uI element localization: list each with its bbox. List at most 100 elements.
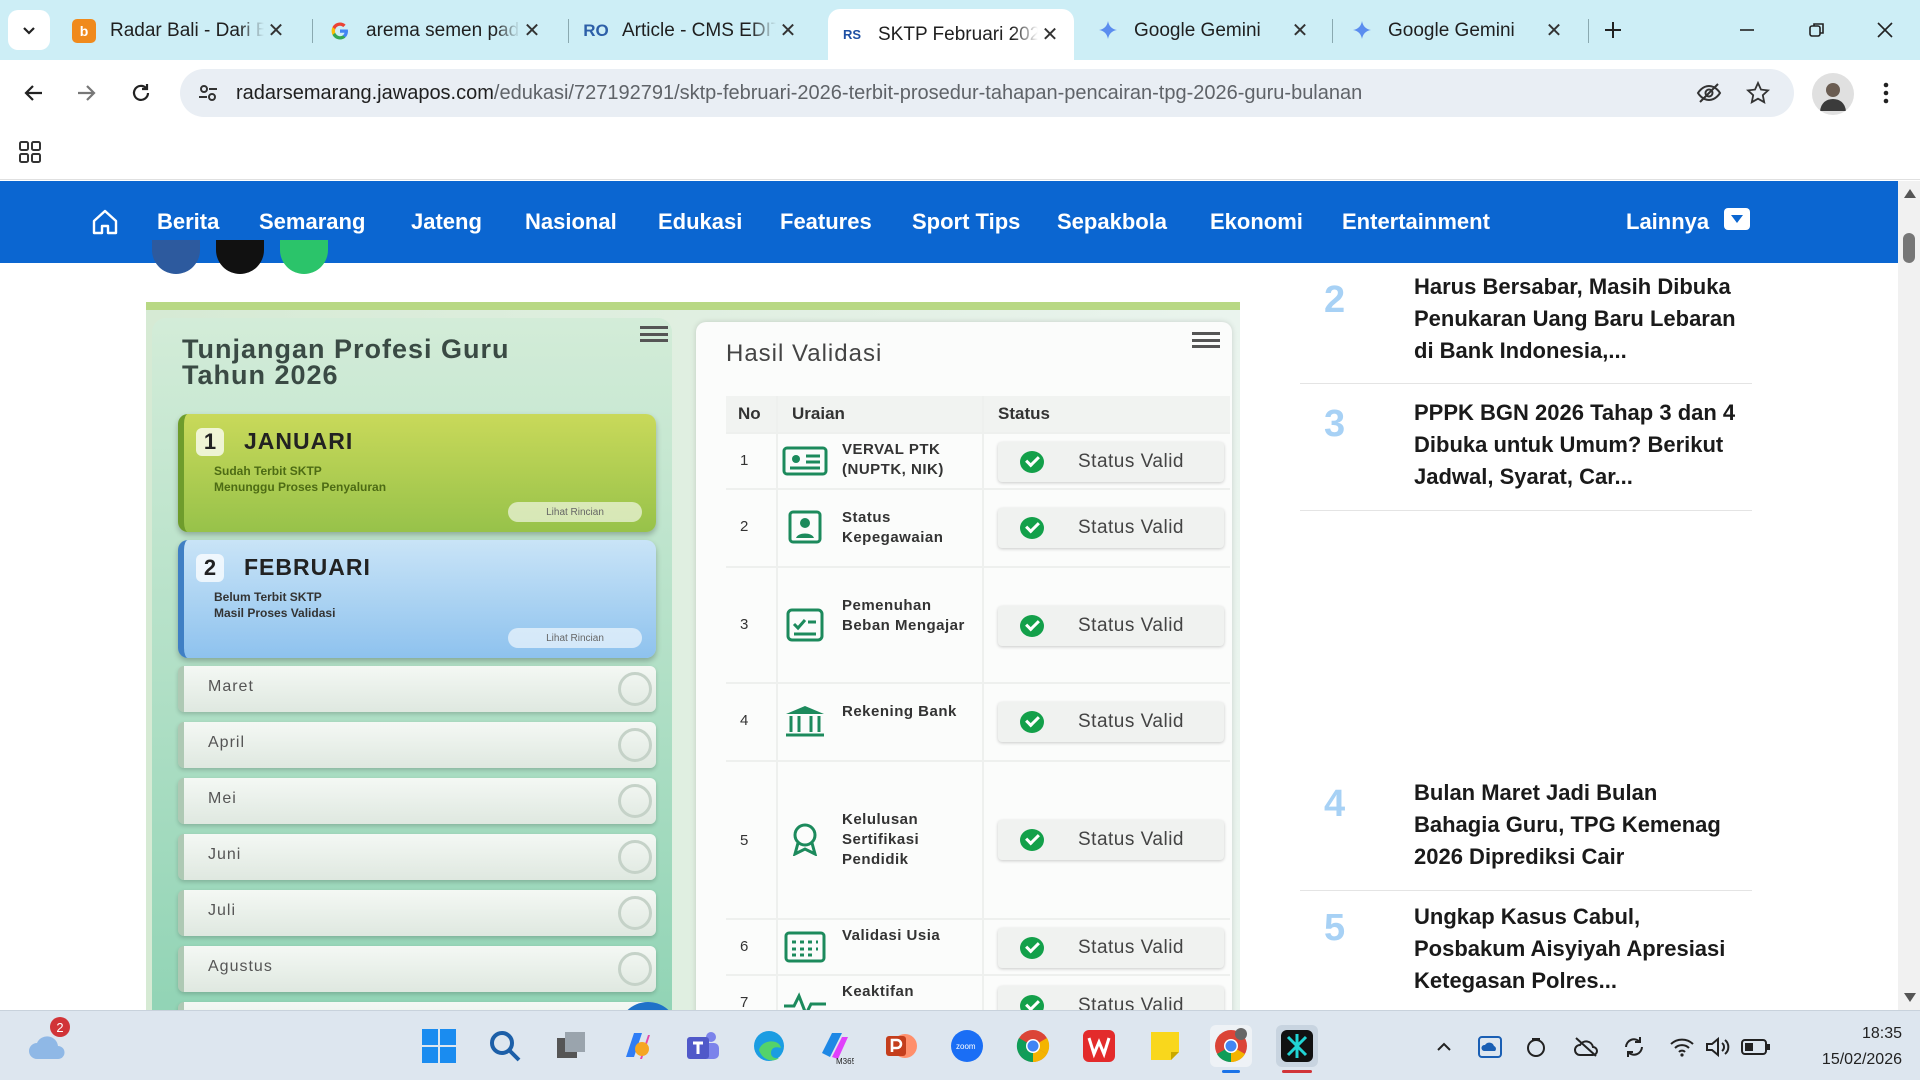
close-tab-icon[interactable]: ✕ [1038, 23, 1062, 47]
gemini-icon [1096, 19, 1120, 43]
taskbar-search[interactable] [484, 1025, 526, 1067]
caret-down-icon[interactable] [1724, 208, 1750, 230]
new-tab-button[interactable] [1590, 12, 1636, 48]
nav-item-lainnya[interactable]: Lainnya [1626, 181, 1709, 263]
close-tab-icon[interactable]: ✕ [776, 19, 800, 43]
list-item[interactable]: 3 PPPK BGN 2026 Tahap 3 dan 4 Dibuka unt… [1300, 387, 1752, 511]
nav-item-edukasi[interactable]: Edukasi [658, 181, 742, 263]
close-tab-icon[interactable]: ✕ [520, 19, 544, 43]
browser-tab[interactable]: Google Gemini ✕ [1084, 9, 1324, 52]
tab-search-button[interactable] [8, 10, 50, 50]
id-card-icon [782, 444, 828, 478]
weather-widget[interactable]: 2 [26, 1017, 70, 1067]
status-badge: Status Valid [998, 442, 1224, 482]
m365-app[interactable]: M365 [814, 1025, 856, 1067]
active-app-indicator [1282, 1070, 1312, 1073]
menu-icon [640, 326, 668, 342]
back-button[interactable] [14, 73, 54, 113]
eye-off-icon[interactable] [1696, 81, 1722, 105]
address-bar[interactable]: radarsemarang.jawapos.com/edukasi/727192… [180, 69, 1794, 117]
teams-app[interactable] [682, 1025, 724, 1067]
article-link[interactable]: Ungkap Kasus Cabul, Posbakum Aisyiyah Ap… [1414, 901, 1744, 997]
bookmark-star-icon[interactable] [1746, 81, 1770, 105]
validation-table: No Uraian Status 1 VERVAL PTK (NUPTK, NI… [726, 396, 1230, 1010]
start-button[interactable] [418, 1025, 460, 1067]
article-link[interactable]: Harus Bersabar, Masih Dibuka Penukaran U… [1414, 271, 1744, 367]
scrollbar-thumb[interactable] [1903, 233, 1915, 263]
close-tab-icon[interactable]: ✕ [264, 19, 288, 43]
month-row: Mei [178, 778, 656, 824]
cms-editor-icon: RO [583, 20, 609, 40]
browser-tab-active[interactable]: RS SKTP Februari 2026 Terbit ✕ [828, 9, 1074, 60]
nav-item-jateng[interactable]: Jateng [411, 181, 482, 263]
home-icon[interactable] [91, 208, 119, 236]
site-info-icon[interactable] [196, 81, 220, 105]
svg-text:M365: M365 [836, 1057, 854, 1065]
sync-tray[interactable] [1620, 1033, 1648, 1061]
nav-item-features[interactable]: Features [780, 181, 872, 263]
speaker-icon [1705, 1036, 1731, 1058]
url-text: radarsemarang.jawapos.com/edukasi/727192… [236, 82, 1363, 104]
activity-icon [782, 986, 828, 1010]
page-scrollbar[interactable] [1898, 181, 1920, 1010]
wifi-tray[interactable] [1668, 1033, 1696, 1061]
close-tab-icon[interactable]: ✕ [1542, 19, 1566, 43]
onedrive-tray[interactable] [1476, 1033, 1504, 1061]
forward-button[interactable] [66, 73, 106, 113]
wps-office-app[interactable] [1078, 1025, 1120, 1067]
browser-tab[interactable]: Google Gemini ✕ [1338, 9, 1578, 52]
scroll-down-icon[interactable] [1904, 993, 1916, 1002]
teams-icon [685, 1029, 721, 1063]
article-link[interactable]: PPPK BGN 2026 Tahap 3 dan 4 Dibuka untuk… [1414, 397, 1744, 493]
validation-title: Hasil Validasi [726, 340, 883, 367]
battery-tray[interactable] [1741, 1033, 1770, 1061]
list-item[interactable]: 4 Bulan Maret Jadi Bulan Bahagia Guru, T… [1300, 767, 1752, 891]
capcut-app[interactable] [1276, 1025, 1318, 1073]
month-row [178, 1002, 656, 1010]
close-tab-icon[interactable]: ✕ [1288, 19, 1312, 43]
nav-item-entertainment[interactable]: Entertainment [1342, 181, 1490, 263]
chrome-profile-app[interactable] [1210, 1025, 1252, 1073]
nav-item-sport-tips[interactable]: Sport Tips [912, 181, 1020, 263]
volume-tray[interactable] [1704, 1033, 1732, 1061]
location-tray[interactable] [1522, 1033, 1550, 1061]
minimize-button[interactable] [1724, 12, 1770, 48]
reload-button[interactable] [121, 73, 161, 113]
browser-tab[interactable]: arema semen padang ✕ [316, 9, 556, 52]
zoom-app[interactable]: zoom [946, 1025, 988, 1067]
avatar[interactable] [1812, 73, 1854, 115]
check-circle-icon [1020, 615, 1044, 637]
edge-app[interactable] [748, 1025, 790, 1067]
list-item[interactable]: 5 Ungkap Kasus Cabul, Posbakum Aisyiyah … [1300, 891, 1752, 1010]
sticky-notes-icon [1147, 1028, 1183, 1064]
share-x-icon[interactable] [216, 240, 264, 274]
edge-icon [751, 1028, 787, 1064]
system-clock[interactable]: 18:35 15/02/2026 [1782, 1021, 1902, 1073]
powerpoint-app[interactable] [880, 1025, 922, 1067]
restore-button[interactable] [1794, 12, 1840, 48]
share-whatsapp-icon[interactable] [280, 240, 328, 274]
share-facebook-icon[interactable] [152, 240, 200, 274]
clock-icon [618, 784, 652, 818]
table-header-uraian: Uraian [792, 404, 845, 423]
browser-tab[interactable]: RO Article - CMS EDITOR ✕ [572, 9, 812, 52]
list-item[interactable]: 2 Harus Bersabar, Masih Dibuka Penukaran… [1300, 263, 1752, 384]
apps-grid-icon[interactable] [18, 140, 42, 164]
status-badge: Status Valid [998, 820, 1224, 860]
calendar-icon [782, 930, 828, 964]
task-view-button[interactable] [550, 1025, 592, 1067]
browser-menu-button[interactable] [1866, 73, 1906, 113]
copilot-app[interactable] [616, 1025, 658, 1067]
article-link[interactable]: Bulan Maret Jadi Bulan Bahagia Guru, TPG… [1414, 777, 1744, 873]
nav-item-ekonomi[interactable]: Ekonomi [1210, 181, 1303, 263]
nav-item-nasional[interactable]: Nasional [525, 181, 617, 263]
browser-tab[interactable]: b Radar Bali - Dari Bali ✕ [60, 9, 300, 52]
network-off-tray[interactable] [1572, 1033, 1600, 1061]
close-window-button[interactable] [1862, 12, 1908, 48]
chrome-app[interactable] [1012, 1025, 1054, 1067]
nav-item-sepakbola[interactable]: Sepakbola [1057, 181, 1167, 263]
show-hidden-icons-button[interactable] [1430, 1033, 1458, 1061]
scroll-up-icon[interactable] [1904, 189, 1916, 198]
clock-icon [618, 728, 652, 762]
sticky-notes-app[interactable] [1144, 1025, 1186, 1067]
